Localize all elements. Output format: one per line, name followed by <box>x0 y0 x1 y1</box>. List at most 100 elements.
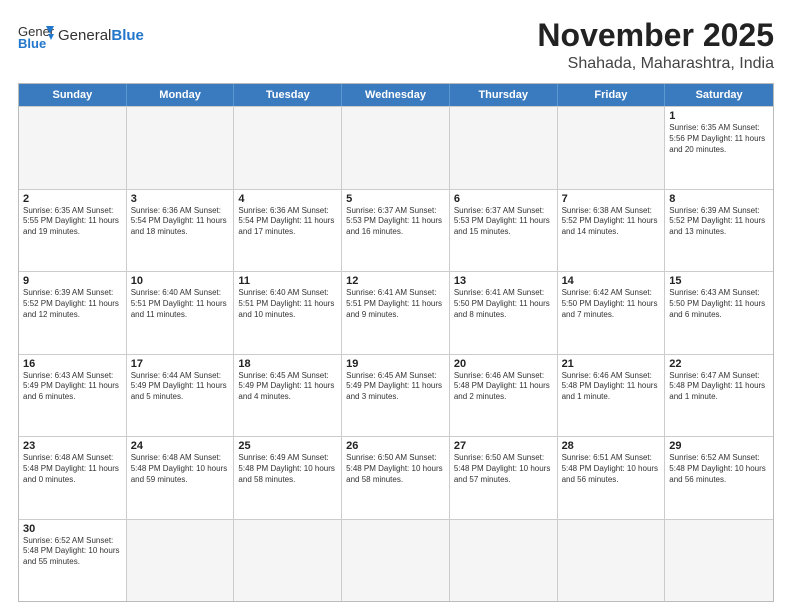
weekday-header: Wednesday <box>342 84 450 106</box>
day-info: Sunrise: 6:52 AM Sunset: 5:48 PM Dayligh… <box>23 536 122 568</box>
calendar-week: 30Sunrise: 6:52 AM Sunset: 5:48 PM Dayli… <box>19 519 773 601</box>
calendar-week: 16Sunrise: 6:43 AM Sunset: 5:49 PM Dayli… <box>19 354 773 436</box>
calendar-cell <box>450 520 558 601</box>
calendar-week: 9Sunrise: 6:39 AM Sunset: 5:52 PM Daylig… <box>19 271 773 353</box>
day-number: 9 <box>23 275 122 287</box>
day-info: Sunrise: 6:40 AM Sunset: 5:51 PM Dayligh… <box>238 288 337 320</box>
calendar-cell: 9Sunrise: 6:39 AM Sunset: 5:52 PM Daylig… <box>19 272 127 353</box>
calendar-cell: 2Sunrise: 6:35 AM Sunset: 5:55 PM Daylig… <box>19 190 127 271</box>
day-info: Sunrise: 6:41 AM Sunset: 5:51 PM Dayligh… <box>346 288 445 320</box>
day-info: Sunrise: 6:42 AM Sunset: 5:50 PM Dayligh… <box>562 288 661 320</box>
day-info: Sunrise: 6:35 AM Sunset: 5:55 PM Dayligh… <box>23 206 122 238</box>
calendar-cell: 5Sunrise: 6:37 AM Sunset: 5:53 PM Daylig… <box>342 190 450 271</box>
day-info: Sunrise: 6:35 AM Sunset: 5:56 PM Dayligh… <box>669 123 769 155</box>
day-number: 25 <box>238 440 337 452</box>
day-info: Sunrise: 6:43 AM Sunset: 5:50 PM Dayligh… <box>669 288 769 320</box>
calendar-cell: 27Sunrise: 6:50 AM Sunset: 5:48 PM Dayli… <box>450 437 558 518</box>
title-block: November 2025 Shahada, Maharashtra, Indi… <box>537 18 774 73</box>
day-number: 8 <box>669 193 769 205</box>
day-info: Sunrise: 6:37 AM Sunset: 5:53 PM Dayligh… <box>454 206 553 238</box>
day-number: 20 <box>454 358 553 370</box>
calendar-cell: 18Sunrise: 6:45 AM Sunset: 5:49 PM Dayli… <box>234 355 342 436</box>
calendar-cell: 26Sunrise: 6:50 AM Sunset: 5:48 PM Dayli… <box>342 437 450 518</box>
calendar-week: 1Sunrise: 6:35 AM Sunset: 5:56 PM Daylig… <box>19 106 773 188</box>
calendar-cell: 11Sunrise: 6:40 AM Sunset: 5:51 PM Dayli… <box>234 272 342 353</box>
day-info: Sunrise: 6:48 AM Sunset: 5:48 PM Dayligh… <box>23 453 122 485</box>
day-number: 13 <box>454 275 553 287</box>
calendar-cell: 30Sunrise: 6:52 AM Sunset: 5:48 PM Dayli… <box>19 520 127 601</box>
calendar-cell <box>127 520 235 601</box>
month-title: November 2025 <box>537 18 774 53</box>
day-number: 10 <box>131 275 230 287</box>
calendar-cell: 6Sunrise: 6:37 AM Sunset: 5:53 PM Daylig… <box>450 190 558 271</box>
day-number: 19 <box>346 358 445 370</box>
day-info: Sunrise: 6:46 AM Sunset: 5:48 PM Dayligh… <box>562 371 661 403</box>
logo-general: General <box>58 27 111 44</box>
day-number: 29 <box>669 440 769 452</box>
calendar-cell: 25Sunrise: 6:49 AM Sunset: 5:48 PM Dayli… <box>234 437 342 518</box>
day-info: Sunrise: 6:49 AM Sunset: 5:48 PM Dayligh… <box>238 453 337 485</box>
day-number: 17 <box>131 358 230 370</box>
day-number: 22 <box>669 358 769 370</box>
day-info: Sunrise: 6:50 AM Sunset: 5:48 PM Dayligh… <box>346 453 445 485</box>
day-number: 24 <box>131 440 230 452</box>
weekday-header: Thursday <box>450 84 558 106</box>
day-info: Sunrise: 6:48 AM Sunset: 5:48 PM Dayligh… <box>131 453 230 485</box>
svg-text:Blue: Blue <box>18 36 46 50</box>
calendar-cell <box>450 107 558 188</box>
calendar-cell <box>127 107 235 188</box>
day-info: Sunrise: 6:51 AM Sunset: 5:48 PM Dayligh… <box>562 453 661 485</box>
day-number: 30 <box>23 523 122 535</box>
day-number: 23 <box>23 440 122 452</box>
day-number: 5 <box>346 193 445 205</box>
day-info: Sunrise: 6:50 AM Sunset: 5:48 PM Dayligh… <box>454 453 553 485</box>
calendar-cell: 24Sunrise: 6:48 AM Sunset: 5:48 PM Dayli… <box>127 437 235 518</box>
day-info: Sunrise: 6:38 AM Sunset: 5:52 PM Dayligh… <box>562 206 661 238</box>
weekday-header: Friday <box>558 84 666 106</box>
day-info: Sunrise: 6:40 AM Sunset: 5:51 PM Dayligh… <box>131 288 230 320</box>
calendar-cell <box>342 520 450 601</box>
calendar-cell: 19Sunrise: 6:45 AM Sunset: 5:49 PM Dayli… <box>342 355 450 436</box>
day-info: Sunrise: 6:36 AM Sunset: 5:54 PM Dayligh… <box>238 206 337 238</box>
day-info: Sunrise: 6:45 AM Sunset: 5:49 PM Dayligh… <box>238 371 337 403</box>
day-info: Sunrise: 6:43 AM Sunset: 5:49 PM Dayligh… <box>23 371 122 403</box>
calendar-cell: 4Sunrise: 6:36 AM Sunset: 5:54 PM Daylig… <box>234 190 342 271</box>
day-number: 16 <box>23 358 122 370</box>
day-info: Sunrise: 6:46 AM Sunset: 5:48 PM Dayligh… <box>454 371 553 403</box>
logo-blue: Blue <box>111 27 144 44</box>
calendar-cell: 20Sunrise: 6:46 AM Sunset: 5:48 PM Dayli… <box>450 355 558 436</box>
calendar-cell: 15Sunrise: 6:43 AM Sunset: 5:50 PM Dayli… <box>665 272 773 353</box>
calendar-cell: 3Sunrise: 6:36 AM Sunset: 5:54 PM Daylig… <box>127 190 235 271</box>
calendar-cell: 17Sunrise: 6:44 AM Sunset: 5:49 PM Dayli… <box>127 355 235 436</box>
calendar-cell: 29Sunrise: 6:52 AM Sunset: 5:48 PM Dayli… <box>665 437 773 518</box>
day-info: Sunrise: 6:41 AM Sunset: 5:50 PM Dayligh… <box>454 288 553 320</box>
calendar-cell <box>558 520 666 601</box>
day-info: Sunrise: 6:44 AM Sunset: 5:49 PM Dayligh… <box>131 371 230 403</box>
calendar-cell <box>234 107 342 188</box>
weekday-header: Saturday <box>665 84 773 106</box>
logo-icon: General Blue <box>18 22 54 50</box>
day-number: 6 <box>454 193 553 205</box>
day-number: 26 <box>346 440 445 452</box>
day-info: Sunrise: 6:52 AM Sunset: 5:48 PM Dayligh… <box>669 453 769 485</box>
calendar-cell: 16Sunrise: 6:43 AM Sunset: 5:49 PM Dayli… <box>19 355 127 436</box>
calendar-cell <box>558 107 666 188</box>
weekday-header: Sunday <box>19 84 127 106</box>
day-number: 1 <box>669 110 769 122</box>
calendar-cell: 8Sunrise: 6:39 AM Sunset: 5:52 PM Daylig… <box>665 190 773 271</box>
calendar-cell: 13Sunrise: 6:41 AM Sunset: 5:50 PM Dayli… <box>450 272 558 353</box>
calendar-cell: 10Sunrise: 6:40 AM Sunset: 5:51 PM Dayli… <box>127 272 235 353</box>
day-number: 7 <box>562 193 661 205</box>
day-number: 15 <box>669 275 769 287</box>
calendar: SundayMondayTuesdayWednesdayThursdayFrid… <box>18 83 774 602</box>
day-info: Sunrise: 6:39 AM Sunset: 5:52 PM Dayligh… <box>669 206 769 238</box>
calendar-cell <box>234 520 342 601</box>
day-number: 27 <box>454 440 553 452</box>
day-number: 21 <box>562 358 661 370</box>
calendar-cell: 7Sunrise: 6:38 AM Sunset: 5:52 PM Daylig… <box>558 190 666 271</box>
calendar-cell <box>342 107 450 188</box>
day-number: 28 <box>562 440 661 452</box>
day-info: Sunrise: 6:47 AM Sunset: 5:48 PM Dayligh… <box>669 371 769 403</box>
logo: General Blue GeneralBlue <box>18 22 144 50</box>
calendar-cell: 1Sunrise: 6:35 AM Sunset: 5:56 PM Daylig… <box>665 107 773 188</box>
